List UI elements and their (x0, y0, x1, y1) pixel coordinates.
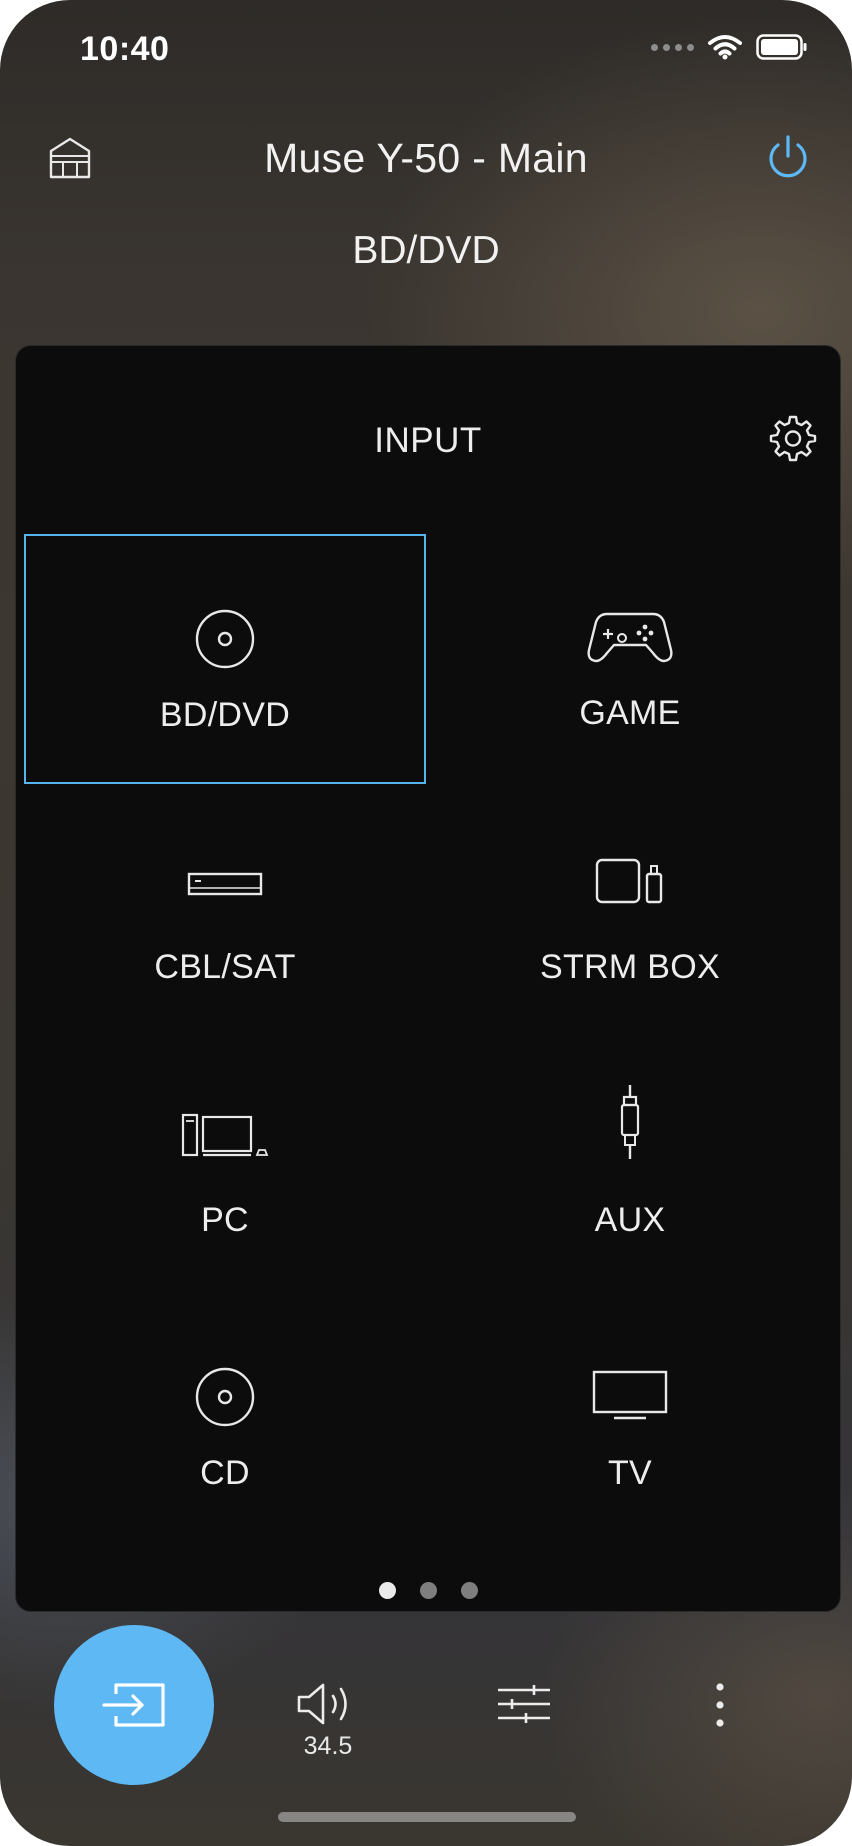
disc-icon (195, 609, 255, 669)
input-tile-pc[interactable]: PC (24, 1041, 426, 1291)
gear-icon[interactable] (768, 413, 818, 463)
cellular-signal-icon (651, 43, 694, 51)
computer-icon (181, 1113, 269, 1157)
input-tile-strm-box[interactable]: STRM BOX (429, 788, 831, 1038)
phone-screen: 10:40 Muse Y-50 - Main BD/DVD INPUT BD/D… (0, 0, 852, 1846)
current-input-label: BD/DVD (352, 229, 500, 272)
page-dot-3[interactable] (460, 1582, 478, 1599)
status-icons (651, 34, 808, 60)
status-time: 10:40 (80, 30, 170, 68)
input-tile-aux[interactable]: AUX (429, 1041, 831, 1291)
streaming-box-icon (595, 858, 663, 904)
input-label: PC (201, 1201, 249, 1239)
input-label: TV (607, 1454, 653, 1492)
page-indicator[interactable] (16, 1582, 840, 1599)
input-label: CBL/SAT (154, 948, 296, 986)
input-panel: INPUT BD/DVD GAME CBL/SAT STRM BOX PC AU… (15, 345, 841, 1612)
home-indicator[interactable] (278, 1812, 576, 1822)
tv-icon (592, 1370, 668, 1420)
wifi-icon (708, 35, 742, 60)
input-label: GAME (579, 694, 681, 732)
device-title: Muse Y-50 - Main (264, 135, 588, 181)
input-label: STRM BOX (540, 948, 720, 986)
more-button[interactable] (706, 1682, 734, 1728)
set-top-box-icon (187, 872, 263, 896)
audio-jack-icon (620, 1085, 640, 1159)
more-vertical-icon (716, 1683, 724, 1727)
sound-settings-button[interactable] (496, 1684, 552, 1724)
input-tile-bd-dvd[interactable]: BD/DVD (24, 534, 426, 784)
power-icon[interactable] (762, 131, 814, 183)
page-dot-2[interactable] (419, 1582, 437, 1599)
panel-title: INPUT (374, 421, 482, 460)
input-label: AUX (594, 1201, 666, 1239)
input-label: CD (200, 1454, 250, 1492)
input-tile-game[interactable]: GAME (429, 534, 831, 784)
input-select-button[interactable] (54, 1625, 214, 1785)
sliders-icon (498, 1685, 550, 1723)
input-icon (102, 1683, 165, 1727)
volume-button[interactable]: 34.5 (296, 1680, 360, 1761)
battery-icon (756, 34, 807, 60)
input-tile-tv[interactable]: TV (429, 1294, 831, 1544)
disc-icon (195, 1367, 255, 1427)
volume-value: 34.5 (303, 1732, 353, 1760)
input-tile-cd[interactable]: CD (24, 1294, 426, 1544)
page-dot-1[interactable] (378, 1582, 396, 1599)
input-tile-cbl-sat[interactable]: CBL/SAT (24, 788, 426, 1038)
input-label: BD/DVD (159, 696, 291, 734)
gamepad-icon (587, 612, 673, 663)
speaker-icon (297, 1683, 347, 1725)
